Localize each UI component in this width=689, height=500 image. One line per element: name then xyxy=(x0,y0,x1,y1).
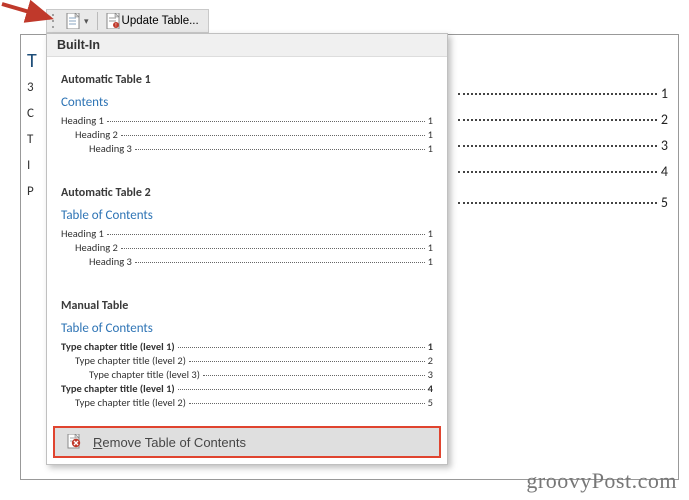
toc-line-page: 1 xyxy=(428,340,433,353)
toc-preview-line: Type chapter title (level 1) 1 xyxy=(61,340,433,353)
toc-preview-line: Type chapter title (level 1) 4 xyxy=(61,382,433,395)
toc-line-label: Type chapter title (level 1) xyxy=(61,340,175,353)
toc-line-label: Type chapter title (level 3) xyxy=(89,368,200,381)
toc-doc-icon xyxy=(66,13,80,29)
preview-title: Manual Table xyxy=(61,299,433,313)
toc-line-label: Heading 3 xyxy=(89,255,132,268)
doc-toc-row: 4 xyxy=(458,163,668,180)
toc-mini-toolbar: ▾ ! Update Table... xyxy=(46,9,209,33)
toc-line-page: 1 xyxy=(428,142,433,155)
remove-table-of-contents-item[interactable]: Remove Table of Contents xyxy=(53,426,441,458)
doc-toc-row: 2 xyxy=(458,111,668,128)
toc-preview-line: Heading 2 1 xyxy=(61,128,433,141)
preview-caption: Table of Contents xyxy=(61,208,433,223)
toc-line-page: 1 xyxy=(428,227,433,240)
preview-title: Automatic Table 2 xyxy=(61,186,433,200)
gallery-option-manual-table[interactable]: Manual Table Table of Contents Type chap… xyxy=(47,283,447,424)
update-table-icon: ! xyxy=(106,13,120,29)
preview-caption: Contents xyxy=(61,95,433,110)
toc-line-leader xyxy=(121,248,425,249)
toc-line-leader xyxy=(107,121,425,122)
toc-preview-line: Heading 1 1 xyxy=(61,114,433,127)
toc-line-leader xyxy=(189,403,425,404)
toc-line-page: 1 xyxy=(428,128,433,141)
preview-toc-lines: Heading 1 1 Heading 2 1 Heading 3 1 xyxy=(61,114,433,155)
toc-line-label: Heading 2 xyxy=(75,128,118,141)
svg-text:!: ! xyxy=(115,23,116,29)
update-table-button[interactable]: ! Update Table... xyxy=(101,10,204,32)
toc-line-label: Heading 1 xyxy=(61,227,104,240)
toc-line-page: 1 xyxy=(428,241,433,254)
toc-line-page: 3 xyxy=(428,368,433,381)
toc-line-label: Type chapter title (level 2) xyxy=(75,354,186,367)
toc-line-label: Type chapter title (level 2) xyxy=(75,396,186,409)
toc-line-leader xyxy=(135,149,425,150)
toc-preview-line: Heading 1 1 xyxy=(61,227,433,240)
toc-line-label: Heading 3 xyxy=(89,142,132,155)
preview-title: Automatic Table 1 xyxy=(61,73,433,87)
toolbar-separator xyxy=(97,12,98,30)
toc-line-page: 1 xyxy=(428,114,433,127)
toc-line-leader xyxy=(189,361,425,362)
chevron-down-icon: ▾ xyxy=(84,16,89,27)
toc-preview-line: Heading 2 1 xyxy=(61,241,433,254)
toc-gallery-dropdown-panel: Built-In Automatic Table 1 Contents Head… xyxy=(46,33,448,465)
doc-left-fragments: 3 C T I P xyxy=(27,75,34,205)
gallery-option-automatic-table-2[interactable]: Automatic Table 2 Table of Contents Head… xyxy=(47,170,447,283)
doc-toc-row: 3 xyxy=(458,137,668,154)
toc-line-leader xyxy=(121,135,425,136)
toc-line-page: 1 xyxy=(428,255,433,268)
toc-preview-line: Type chapter title (level 2) 2 xyxy=(61,354,433,367)
update-table-label: Update Table... xyxy=(122,15,199,27)
remove-toc-label: Remove Table of Contents xyxy=(93,435,246,450)
toc-line-label: Heading 1 xyxy=(61,114,104,127)
toc-line-page: 4 xyxy=(428,382,433,395)
toc-line-leader xyxy=(203,375,425,376)
annotation-arrow xyxy=(0,0,60,34)
toc-line-label: Heading 2 xyxy=(75,241,118,254)
toc-line-page: 2 xyxy=(428,354,433,367)
preview-toc-lines: Type chapter title (level 1)1Type chapte… xyxy=(61,340,433,409)
remove-toc-icon xyxy=(67,434,83,450)
gallery-section-header: Built-In xyxy=(47,34,447,57)
toc-preview-line: Heading 3 1 xyxy=(61,255,433,268)
doc-heading-fragment: T xyxy=(27,49,37,73)
toc-gallery-dropdown[interactable]: ▾ xyxy=(61,10,94,32)
toc-preview-line: Heading 3 1 xyxy=(61,142,433,155)
toc-line-leader xyxy=(178,347,425,348)
doc-toc-row: 1 xyxy=(458,85,668,102)
toc-preview-line: Type chapter title (level 3) 3 xyxy=(61,368,433,381)
preview-caption: Table of Contents xyxy=(61,321,433,336)
toc-line-page: 5 xyxy=(428,396,433,409)
gallery-option-automatic-table-1[interactable]: Automatic Table 1 Contents Heading 11Hea… xyxy=(47,57,447,170)
preview-toc-lines: Heading 1 1 Heading 2 1 Heading 3 1 xyxy=(61,227,433,268)
toc-line-label: Type chapter title (level 1) xyxy=(61,382,175,395)
toc-line-leader xyxy=(178,389,425,390)
doc-toc-row: 5 xyxy=(458,194,668,211)
toc-preview-line: Type chapter title (level 2) 5 xyxy=(61,396,433,409)
toc-line-leader xyxy=(135,262,425,263)
toc-line-leader xyxy=(107,234,425,235)
